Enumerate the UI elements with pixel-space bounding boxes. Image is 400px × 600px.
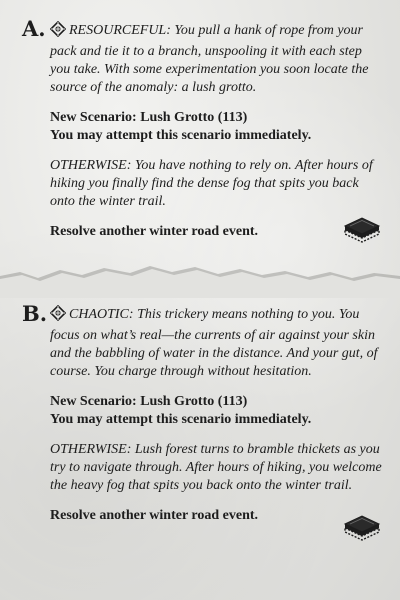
scenario-line: New Scenario: Lush Grotto (113) <box>50 110 248 125</box>
option-b: B. Chaotic: This trickery means nothing … <box>0 292 400 600</box>
otherwise-block: OTHERWISE: Lush forest turns to bramble … <box>50 441 382 495</box>
scenario-block: New Scenario: Lush Grotto (113) You may … <box>50 109 382 145</box>
option-a-text: Resourceful: You pull a hank of rope fro… <box>49 20 382 253</box>
option-b-intro: Chaotic: This trickery means nothing to … <box>49 304 382 381</box>
trait-label: Resourceful <box>69 23 167 38</box>
option-a-intro: Resourceful: You pull a hank of rope fro… <box>49 20 382 97</box>
trait-label: Chaotic <box>69 307 129 322</box>
option-a: A. Resourceful: You pull a hank of rope … <box>0 0 400 270</box>
resolve-line: Resolve another winter road event. <box>50 508 259 523</box>
option-letter-a: A. <box>22 16 46 41</box>
diamond-knot-icon <box>49 304 67 327</box>
torn-divider <box>0 266 400 298</box>
attempt-line: You may attempt this scenario immediatel… <box>50 128 312 143</box>
option-b-text: Chaotic: This trickery means nothing to … <box>49 304 382 537</box>
otherwise-label: OTHERWISE <box>50 442 127 457</box>
diamond-knot-icon <box>49 20 67 43</box>
attempt-line: You may attempt this scenario immediatel… <box>50 412 312 427</box>
otherwise-block: OTHERWISE: You have nothing to rely on. … <box>50 157 382 211</box>
scenario-line: New Scenario: Lush Grotto (113) <box>50 394 248 409</box>
option-letter-b: B. <box>22 301 48 326</box>
card-deck-icon <box>342 212 382 250</box>
event-card: A. Resourceful: You pull a hank of rope … <box>0 0 400 600</box>
otherwise-label: OTHERWISE <box>50 158 127 173</box>
resolve-line: Resolve another winter road event. <box>50 224 259 239</box>
scenario-block: New Scenario: Lush Grotto (113) You may … <box>50 393 382 429</box>
card-deck-icon <box>342 510 382 548</box>
